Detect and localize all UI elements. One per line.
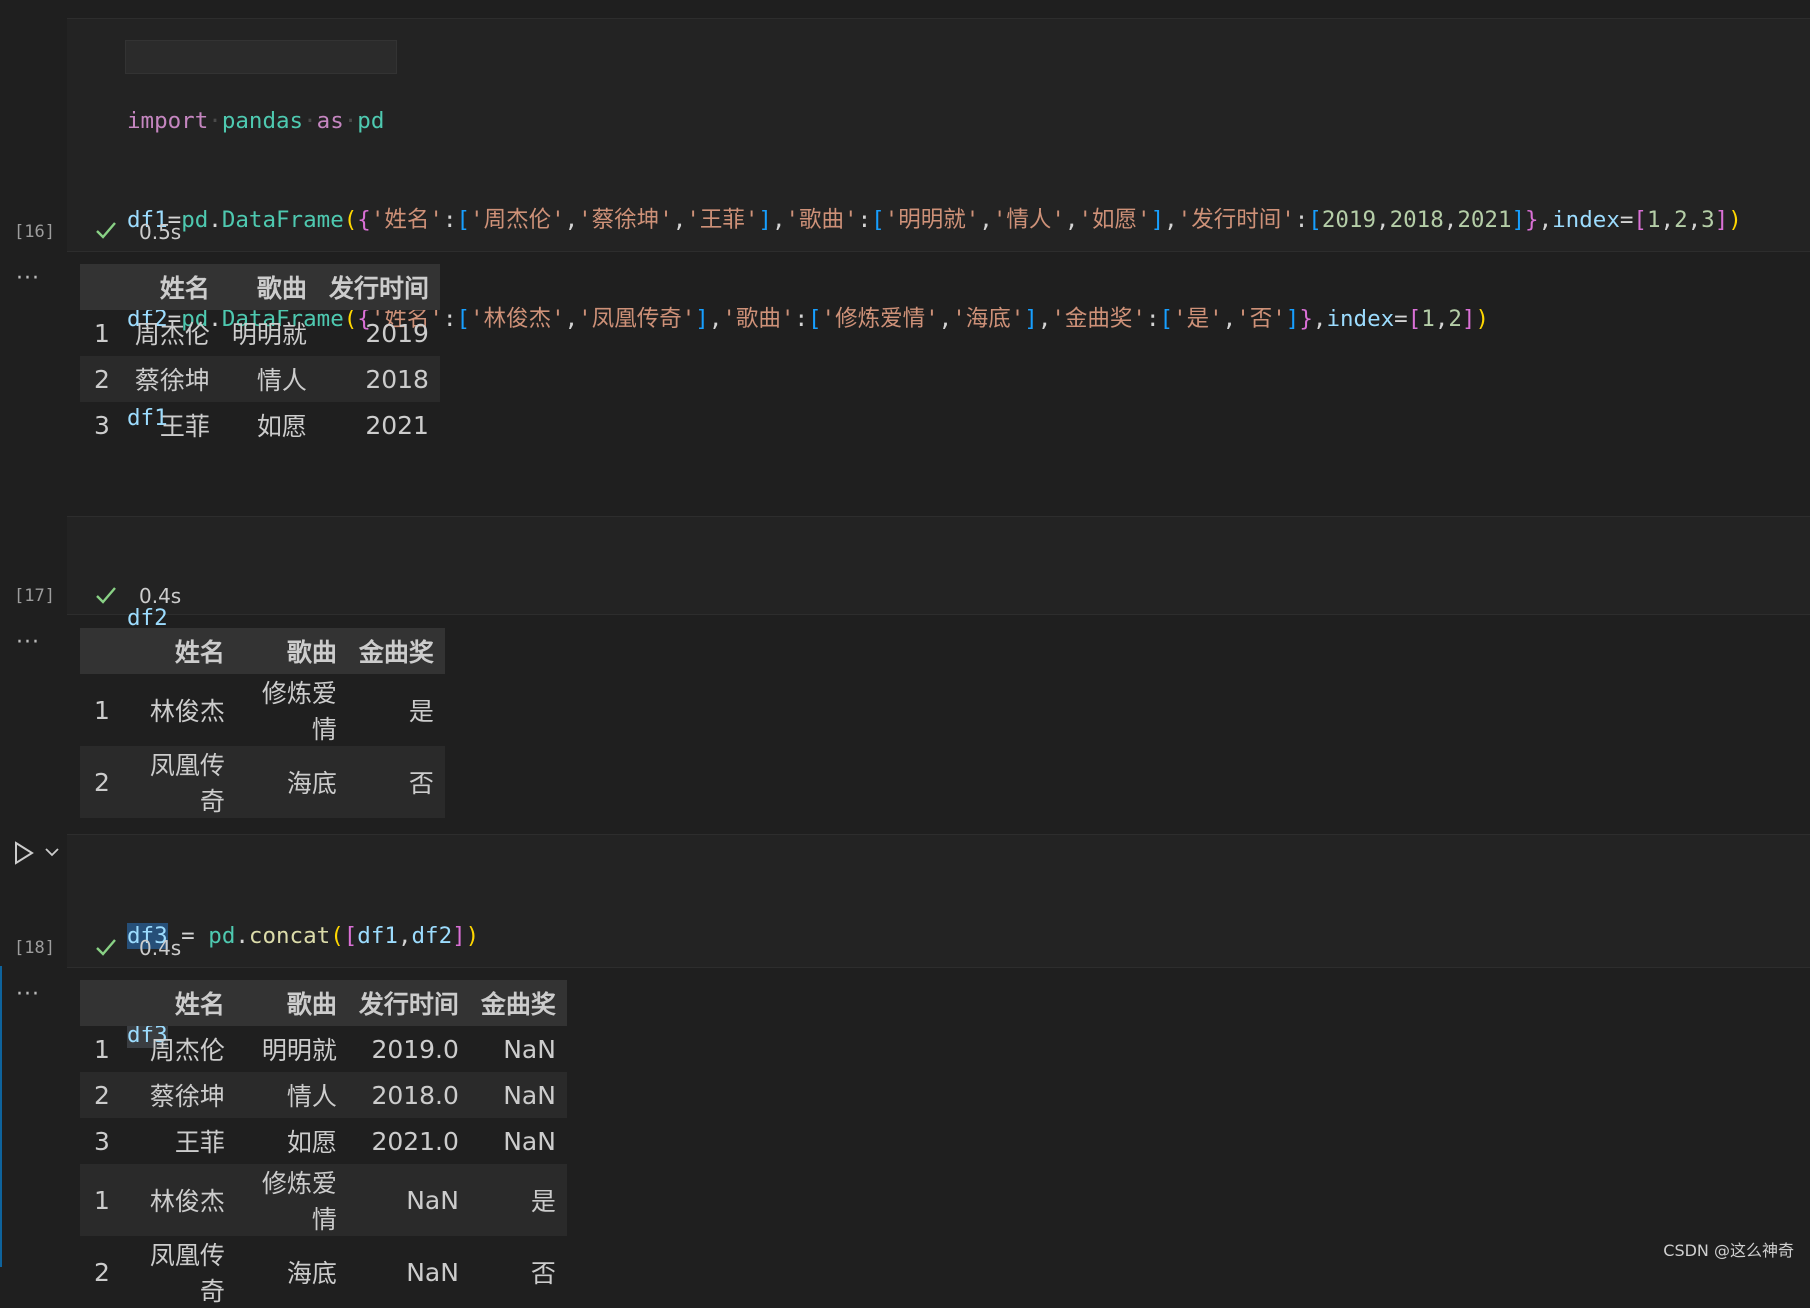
table-cell: 2018 — [317, 356, 440, 402]
column-header: 金曲奖 — [469, 980, 567, 1026]
table-cell: 是 — [408, 697, 434, 726]
table-row: 3 王菲 如愿 2021 — [80, 402, 440, 448]
table-cell: 否 — [530, 1259, 556, 1288]
table-cell: 海底 — [235, 746, 348, 818]
column-header: 歌曲 — [235, 628, 348, 674]
table-cell: NaN — [503, 1034, 556, 1064]
row-index: 2 — [80, 356, 124, 402]
column-header: 歌曲 — [235, 980, 348, 1026]
active-cell-indicator — [0, 966, 2, 1267]
row-index: 1 — [80, 1164, 124, 1236]
table-cell: 林俊杰 — [123, 1164, 236, 1236]
table-row: 1 林俊杰 修炼爱情 是 — [80, 674, 445, 746]
table-cell: 修炼爱情 — [261, 679, 337, 744]
column-header: 姓名 — [123, 628, 236, 674]
row-index: 3 — [94, 410, 110, 440]
row-index: 3 — [94, 1126, 110, 1156]
table-cell: 2019 — [365, 318, 429, 348]
check-icon — [96, 587, 116, 604]
table-cell: 情人 — [220, 356, 318, 402]
table-cell: 王菲 — [174, 1128, 225, 1157]
table-cell: 是 — [469, 1164, 567, 1236]
table-row: 2 蔡徐坤 情人 2018.0 NaN — [80, 1072, 567, 1118]
table-cell: 凤凰传奇 — [123, 746, 236, 818]
table-row: 2 蔡徐坤 情人 2018 — [80, 356, 440, 402]
row-index: 1 — [94, 318, 110, 348]
column-header: 歌曲 — [220, 264, 318, 310]
check-icon — [96, 222, 116, 239]
table-cell: 凤凰传奇 — [149, 1241, 225, 1306]
row-index: 2 — [80, 746, 124, 818]
table-cell: 周杰伦 — [149, 1036, 225, 1065]
table-cell: NaN — [503, 1126, 556, 1156]
table-header-row: 姓名 歌曲 发行时间 金曲奖 — [80, 980, 567, 1026]
table-cell: 2021.0 — [371, 1126, 459, 1156]
table-cell: 明明就 — [231, 320, 307, 349]
column-header — [80, 980, 124, 1026]
table-row: 1 周杰伦 明明就 2019 — [80, 310, 440, 356]
chevron-down-icon[interactable] — [44, 846, 60, 858]
execution-duration: 0.4s — [139, 936, 182, 960]
row-index: 1 — [94, 1034, 110, 1064]
column-header: 金曲奖 — [347, 628, 445, 674]
table-cell: 海底 — [286, 1259, 337, 1288]
table-cell: 2018.0 — [347, 1072, 470, 1118]
more-icon[interactable]: ··· — [16, 266, 40, 291]
code-line: df1=pd.DataFrame({'姓名':['周杰伦','蔡徐坤','王菲'… — [127, 207, 1742, 233]
table-cell: 如愿 — [256, 412, 307, 441]
table-cell: 如愿 — [286, 1128, 337, 1157]
row-index: 2 — [80, 1072, 124, 1118]
column-header: 发行时间 — [347, 980, 470, 1026]
column-header — [80, 628, 124, 674]
output-table-df2: 姓名 歌曲 金曲奖 1 林俊杰 修炼爱情 是 2 凤凰传奇 海底 否 — [80, 628, 445, 818]
code-line: import·pandas·as·pd — [127, 108, 385, 134]
execution-duration: 0.4s — [139, 584, 182, 608]
table-cell: 2021 — [365, 410, 429, 440]
table-cell: 王菲 — [159, 412, 210, 441]
table-cell: 林俊杰 — [149, 697, 225, 726]
watermark: CSDN @这么神奇 — [1663, 1241, 1794, 1260]
table-cell: 否 — [347, 746, 445, 818]
table-cell: 蔡徐坤 — [123, 356, 221, 402]
code-cell-17[interactable] — [67, 516, 1810, 615]
execution-count: [18] — [14, 938, 55, 958]
check-icon — [96, 939, 116, 956]
row-index: 1 — [94, 695, 110, 725]
execution-duration: 0.5s — [139, 220, 182, 244]
table-header-row: 姓名 歌曲 金曲奖 — [80, 628, 445, 674]
table-cell: 修炼爱情 — [235, 1164, 348, 1236]
run-cell-icon[interactable] — [12, 840, 36, 866]
more-icon[interactable]: ··· — [16, 982, 40, 1007]
table-row: 2 凤凰传奇 海底 NaN 否 — [80, 1236, 567, 1308]
execution-count: [17] — [14, 586, 55, 606]
table-cell: 周杰伦 — [134, 320, 210, 349]
output-table-df3: 姓名 歌曲 发行时间 金曲奖 1 周杰伦 明明就 2019.0 NaN 2 蔡徐… — [80, 980, 567, 1308]
table-cell: 情人 — [235, 1072, 348, 1118]
column-header: 姓名 — [123, 980, 236, 1026]
table-cell: 蔡徐坤 — [123, 1072, 236, 1118]
column-header: 姓名 — [123, 264, 221, 310]
column-header — [80, 264, 124, 310]
table-cell: 2019.0 — [371, 1034, 459, 1064]
table-cell: NaN — [469, 1072, 567, 1118]
row-index: 2 — [94, 1257, 110, 1287]
table-row: 3 王菲 如愿 2021.0 NaN — [80, 1118, 567, 1164]
output-table-df1: 姓名 歌曲 发行时间 1 周杰伦 明明就 2019 2 蔡徐坤 情人 2018 … — [80, 264, 440, 448]
table-cell: NaN — [347, 1164, 470, 1236]
table-cell: 明明就 — [261, 1036, 337, 1065]
more-icon[interactable]: ··· — [16, 630, 40, 655]
table-cell: NaN — [406, 1257, 459, 1287]
table-row: 2 凤凰传奇 海底 否 — [80, 746, 445, 818]
execution-count: [16] — [14, 222, 55, 242]
table-row: 1 林俊杰 修炼爱情 NaN 是 — [80, 1164, 567, 1236]
column-header: 发行时间 — [317, 264, 440, 310]
table-row: 1 周杰伦 明明就 2019.0 NaN — [80, 1026, 567, 1072]
table-header-row: 姓名 歌曲 发行时间 — [80, 264, 440, 310]
